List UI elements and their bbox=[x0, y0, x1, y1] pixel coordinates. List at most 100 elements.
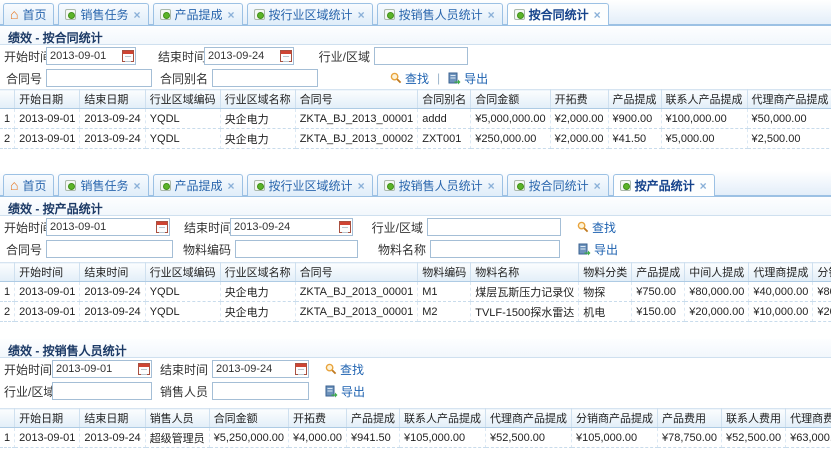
column-header[interactable]: 分销商产品提成 bbox=[571, 409, 657, 428]
contract-no-label: 合同号 bbox=[4, 241, 42, 258]
column-header[interactable]: 代理商产品提成 bbox=[747, 90, 831, 109]
start-time-input[interactable] bbox=[52, 360, 152, 378]
tab-item-4[interactable]: 按销售人员统计× bbox=[377, 3, 503, 25]
column-header[interactable]: 结束日期 bbox=[80, 90, 145, 109]
column-header[interactable]: 联系人产品提成 bbox=[399, 409, 485, 428]
column-header[interactable]: 物料名称 bbox=[471, 263, 579, 282]
column-header[interactable]: 代理商产品提成 bbox=[485, 409, 571, 428]
calendar-icon[interactable] bbox=[156, 221, 168, 233]
industry-region-input[interactable] bbox=[374, 47, 468, 65]
export-button[interactable]: 导出 bbox=[448, 70, 488, 87]
column-header[interactable]: 联系人产品提成 bbox=[661, 90, 747, 109]
column-header[interactable]: 产品提成 bbox=[346, 409, 399, 428]
column-header[interactable]: 产品提成 bbox=[608, 90, 661, 109]
export-button[interactable]: 导出 bbox=[578, 241, 618, 258]
column-header[interactable]: 合同金额 bbox=[209, 409, 288, 428]
column-header[interactable]: 开始日期 bbox=[15, 90, 80, 109]
close-icon[interactable]: × bbox=[228, 181, 235, 191]
tab-item-6[interactable]: 按产品统计× bbox=[613, 174, 715, 196]
calendar-icon[interactable] bbox=[280, 50, 292, 62]
column-header[interactable] bbox=[0, 263, 15, 282]
table-cell: ¥5,000,000.00 bbox=[471, 109, 550, 129]
column-header[interactable]: 结束日期 bbox=[80, 409, 145, 428]
search-button[interactable]: 查找 bbox=[577, 219, 616, 236]
tab-item-3[interactable]: 按行业区域统计× bbox=[247, 174, 373, 196]
column-header[interactable]: 开始日期 bbox=[15, 409, 80, 428]
close-icon[interactable]: × bbox=[134, 10, 141, 20]
search-button[interactable]: 查找 bbox=[325, 361, 364, 378]
table-cell: ¥52,500.00 bbox=[722, 428, 786, 448]
material-code-input[interactable] bbox=[235, 240, 358, 258]
end-time-input[interactable] bbox=[230, 218, 353, 236]
tab-home[interactable]: ⌂首页 bbox=[3, 174, 54, 196]
column-header[interactable]: 代理商费用 bbox=[786, 409, 831, 428]
column-header[interactable]: 产品费用 bbox=[657, 409, 721, 428]
column-header[interactable]: 合同别名 bbox=[418, 90, 471, 109]
separator: | bbox=[437, 71, 440, 85]
column-header[interactable]: 销售人员 bbox=[145, 409, 209, 428]
calendar-icon[interactable] bbox=[138, 363, 150, 375]
table-row[interactable]: 22013-09-012013-09-24YQDL央企电力ZKTA_BJ_201… bbox=[0, 129, 831, 149]
column-header[interactable]: 合同金额 bbox=[471, 90, 550, 109]
industry-region-input[interactable] bbox=[52, 382, 152, 400]
tab-home[interactable]: ⌂首页 bbox=[3, 3, 54, 25]
tab-item-5[interactable]: 按合同统计× bbox=[507, 3, 609, 25]
column-header[interactable]: 联系人费用 bbox=[722, 409, 786, 428]
column-header[interactable]: 代理商提成 bbox=[749, 263, 813, 282]
column-header[interactable]: 行业区域编码 bbox=[145, 90, 220, 109]
close-icon[interactable]: × bbox=[228, 10, 235, 20]
column-header[interactable]: 行业区域名称 bbox=[220, 90, 295, 109]
calendar-icon[interactable] bbox=[122, 50, 134, 62]
tab-item-1[interactable]: 销售任务× bbox=[58, 174, 148, 196]
row-number-cell: 2 bbox=[0, 302, 15, 322]
table-row[interactable]: 12013-09-012013-09-24超级管理员¥5,250,000.00¥… bbox=[0, 428, 831, 448]
tab-item-2[interactable]: 产品提成× bbox=[153, 174, 243, 196]
column-header[interactable]: 分销商提成 bbox=[813, 263, 831, 282]
industry-region-label: 行业/区域 bbox=[318, 48, 370, 65]
contract-no-input[interactable] bbox=[46, 69, 152, 87]
tab-item-1[interactable]: 销售任务× bbox=[58, 3, 148, 25]
export-button[interactable]: 导出 bbox=[325, 383, 365, 400]
close-icon[interactable]: × bbox=[134, 181, 141, 191]
table-row[interactable]: 12013-09-012013-09-24YQDL央企电力ZKTA_BJ_201… bbox=[0, 109, 831, 129]
column-header[interactable]: 产品提成 bbox=[632, 263, 685, 282]
table-row[interactable]: 12013-09-012013-09-24YQDL央企电力ZKTA_BJ_201… bbox=[0, 282, 831, 302]
column-header[interactable]: 合同号 bbox=[295, 263, 418, 282]
tab-item-2[interactable]: 产品提成× bbox=[153, 3, 243, 25]
close-icon[interactable]: × bbox=[358, 10, 365, 20]
close-icon[interactable]: × bbox=[358, 181, 365, 191]
tab-item-5[interactable]: 按合同统计× bbox=[507, 174, 609, 196]
material-name-input[interactable] bbox=[430, 240, 560, 258]
contract-no-input[interactable] bbox=[46, 240, 173, 258]
column-header[interactable]: 物料分类 bbox=[579, 263, 632, 282]
close-icon[interactable]: × bbox=[488, 181, 495, 191]
close-icon[interactable]: × bbox=[700, 181, 707, 191]
tab-item-3[interactable]: 按行业区域统计× bbox=[247, 3, 373, 25]
tab-label: 首页 bbox=[22, 177, 46, 194]
column-header[interactable]: 行业区域编码 bbox=[145, 263, 220, 282]
table-cell: ZKTA_BJ_2013_00002 bbox=[295, 129, 418, 149]
column-header[interactable]: 开拓费 bbox=[289, 409, 347, 428]
table-row[interactable]: 22013-09-012013-09-24YQDL央企电力ZKTA_BJ_201… bbox=[0, 302, 831, 322]
tab-item-4[interactable]: 按销售人员统计× bbox=[377, 174, 503, 196]
close-icon[interactable]: × bbox=[594, 181, 601, 191]
close-icon[interactable]: × bbox=[594, 10, 601, 20]
column-header[interactable]: 结束时间 bbox=[80, 263, 145, 282]
salesperson-input[interactable] bbox=[212, 382, 309, 400]
start-time-input[interactable] bbox=[46, 218, 170, 236]
column-header[interactable] bbox=[0, 409, 15, 428]
contract-alias-input[interactable] bbox=[212, 69, 318, 87]
column-header[interactable] bbox=[0, 90, 15, 109]
export-icon bbox=[578, 243, 591, 256]
calendar-icon[interactable] bbox=[339, 221, 351, 233]
column-header[interactable]: 中间人提成 bbox=[685, 263, 749, 282]
column-header[interactable]: 开始时间 bbox=[15, 263, 80, 282]
column-header[interactable]: 合同号 bbox=[295, 90, 418, 109]
column-header[interactable]: 开拓费 bbox=[550, 90, 608, 109]
calendar-icon[interactable] bbox=[295, 363, 307, 375]
industry-region-input[interactable] bbox=[427, 218, 561, 236]
column-header[interactable]: 物料编码 bbox=[418, 263, 471, 282]
column-header[interactable]: 行业区域名称 bbox=[220, 263, 295, 282]
close-icon[interactable]: × bbox=[488, 10, 495, 20]
search-button[interactable]: 查找 bbox=[390, 70, 429, 87]
